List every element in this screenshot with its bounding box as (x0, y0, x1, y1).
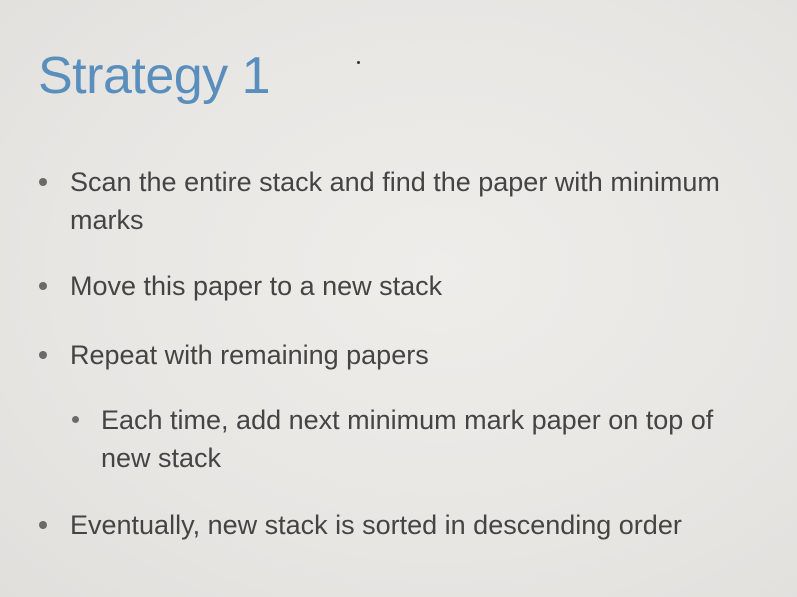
bullet-text: Each time, add next minimum mark paper o… (101, 405, 714, 473)
bullet-text: Repeat with remaining papers (70, 340, 429, 370)
bullet-dot-icon (39, 351, 47, 359)
bullet-dot-icon (72, 416, 79, 423)
sub-bullet-item: Each time, add next minimum mark paper o… (72, 401, 761, 477)
bullet-item: Move this paper to a new stack (39, 267, 770, 305)
bullet-dot-icon (39, 521, 47, 529)
bullet-text: Move this paper to a new stack (70, 271, 443, 301)
bullet-dot-icon (39, 282, 47, 290)
bullet-item: Repeat with remaining papers (39, 336, 770, 374)
slide: Strategy 1 Scan the entire stack and fin… (0, 0, 797, 597)
bullet-item: Scan the entire stack and find the paper… (39, 163, 770, 239)
bullet-list: Scan the entire stack and find the paper… (0, 0, 797, 597)
bullet-item: Eventually, new stack is sorted in desce… (39, 506, 735, 544)
bullet-text: Eventually, new stack is sorted in desce… (70, 510, 682, 540)
bullet-text: Scan the entire stack and find the paper… (70, 167, 720, 235)
bullet-dot-icon (39, 178, 47, 186)
